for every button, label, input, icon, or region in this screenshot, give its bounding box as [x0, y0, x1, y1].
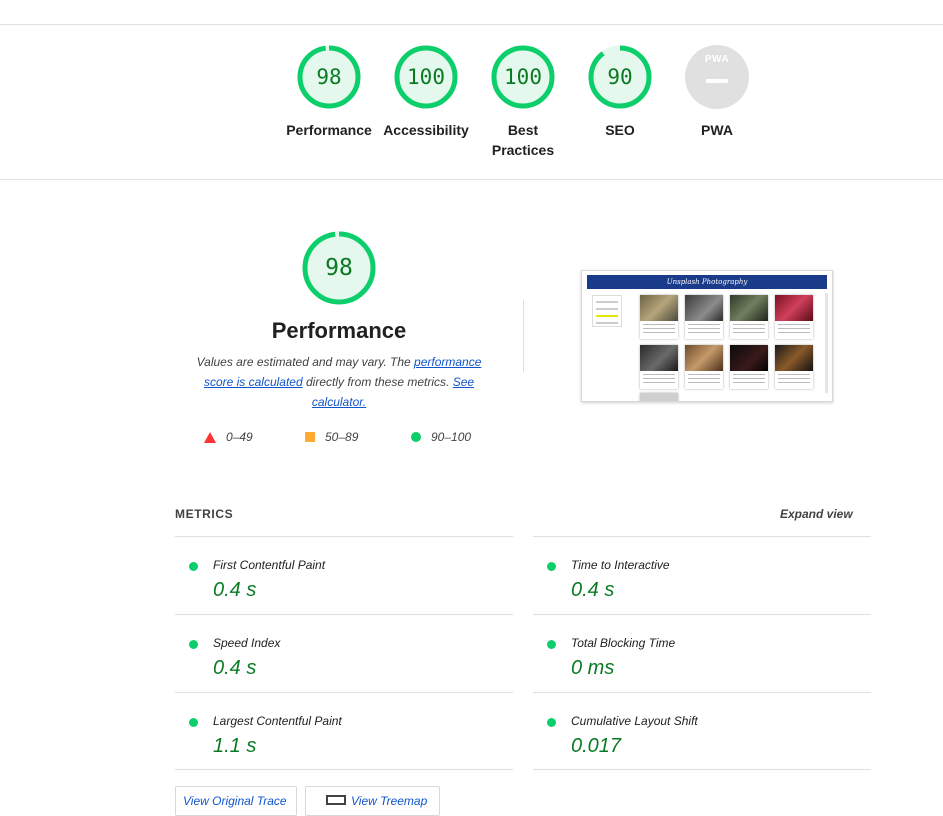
- legend-fail: 0–49: [204, 430, 253, 444]
- performance-score: 98: [325, 255, 353, 281]
- triangle-fail-icon: [204, 431, 216, 443]
- view-original-trace-label: View Original Trace: [183, 794, 287, 808]
- legend-average: 50–89: [305, 430, 358, 444]
- square-average-icon: [305, 432, 315, 442]
- performance-desc-text-1: Values are estimated and may vary. The: [196, 355, 415, 369]
- expand-view-toggle[interactable]: Expand view: [780, 507, 853, 521]
- thumbnail-scrollbar: [825, 293, 828, 393]
- metric-speed-index: Speed Index 0.4 s: [175, 621, 505, 691]
- metric-label: First Contentful Paint: [213, 558, 326, 572]
- performance-title: Performance: [271, 318, 407, 343]
- gauge-accessibility-label: Accessibility: [383, 122, 469, 138]
- pwa-badge-text: PWA: [704, 54, 730, 65]
- thumbnail-card: [730, 345, 768, 389]
- gauge-accessibility[interactable]: 100 Accessibility: [383, 44, 469, 138]
- pass-circle-icon: [189, 562, 198, 571]
- metric-value: 0.4 s: [213, 657, 257, 679]
- gauge-best-practices-score: 100: [504, 65, 542, 89]
- thumbnail-header: Unsplash Photography: [587, 275, 827, 289]
- gauge-accessibility-score: 100: [407, 65, 445, 89]
- vertical-divider: [523, 300, 524, 372]
- metric-label: Total Blocking Time: [571, 636, 676, 650]
- metric-value: 0 ms: [571, 657, 615, 679]
- metric-largest-contentful-paint: Largest Contentful Paint 1.1 s: [175, 699, 505, 769]
- pass-circle-icon: [547, 562, 556, 571]
- pass-circle-icon: [189, 718, 198, 727]
- view-treemap-button[interactable]: View Treemap: [305, 786, 440, 816]
- thumbnail-sidebar: [592, 295, 622, 327]
- gauge-best-practices-label: Best Practices: [491, 122, 555, 158]
- metrics-divider: [175, 769, 513, 770]
- metrics-divider: [533, 769, 871, 770]
- thumbnail-card: [640, 345, 678, 389]
- thumbnail-site-title: Unsplash Photography: [666, 278, 748, 286]
- metrics-divider: [533, 536, 871, 537]
- gauge-seo-score: 90: [607, 65, 633, 89]
- legend-fail-range: 0–49: [226, 430, 253, 444]
- gauge-seo[interactable]: 90 SEO: [587, 44, 653, 138]
- metric-time-to-interactive: Time to Interactive 0.4 s: [533, 543, 863, 613]
- metrics-divider: [175, 536, 513, 537]
- legend-average-range: 50–89: [325, 430, 359, 444]
- view-original-trace-button[interactable]: View Original Trace: [175, 786, 297, 816]
- legend-pass-range: 90–100: [431, 430, 472, 444]
- metrics-divider: [533, 692, 871, 693]
- metric-first-contentful-paint: First Contentful Paint 0.4 s: [175, 543, 505, 613]
- pass-circle-icon: [547, 718, 556, 727]
- pass-circle-icon: [189, 640, 198, 649]
- thumbnail-card: [730, 295, 768, 339]
- performance-description: Values are estimated and may vary. The p…: [186, 352, 492, 412]
- view-treemap-label: View Treemap: [351, 794, 428, 808]
- pass-circle-icon: [547, 640, 556, 649]
- gauge-pwa-label: PWA: [701, 122, 733, 138]
- metric-value: 0.4 s: [213, 579, 257, 601]
- metric-value: 0.4 s: [571, 579, 615, 601]
- metric-value: 0.017: [571, 735, 622, 757]
- metrics-divider: [533, 614, 871, 615]
- thumbnail-card: [640, 295, 678, 339]
- thumbnail-card: [640, 393, 678, 401]
- gauge-best-practices[interactable]: 100 Best Practices: [490, 44, 556, 158]
- section-divider: [0, 179, 943, 180]
- gauge-pwa[interactable]: PWA PWA: [684, 44, 750, 138]
- metric-cumulative-layout-shift: Cumulative Layout Shift 0.017: [533, 699, 863, 769]
- circle-pass-icon: [411, 432, 421, 442]
- final-screenshot[interactable]: Unsplash Photography: [581, 270, 833, 402]
- thumbnail-card: [775, 295, 813, 339]
- metric-label: Time to Interactive: [571, 558, 670, 572]
- performance-gauge-large: 98: [301, 230, 377, 306]
- pwa-dash-icon: [706, 79, 728, 83]
- metrics-divider: [175, 692, 513, 693]
- metrics-divider: [175, 614, 513, 615]
- metric-label: Largest Contentful Paint: [213, 714, 342, 728]
- thumbnail-card: [685, 295, 723, 339]
- legend-pass: 90–100: [411, 430, 471, 444]
- thumbnail-card: [685, 345, 723, 389]
- performance-desc-text-2: directly from these metrics.: [302, 375, 453, 389]
- metric-total-blocking-time: Total Blocking Time 0 ms: [533, 621, 863, 691]
- thumbnail-card: [775, 345, 813, 389]
- metric-label: Cumulative Layout Shift: [571, 714, 698, 728]
- metric-label: Speed Index: [213, 636, 281, 650]
- top-divider: [0, 24, 943, 25]
- metric-value: 1.1 s: [213, 735, 257, 757]
- gauge-performance[interactable]: 98 Performance: [286, 44, 372, 138]
- metrics-heading: METRICS: [175, 507, 234, 521]
- gauge-performance-score: 98: [316, 65, 342, 89]
